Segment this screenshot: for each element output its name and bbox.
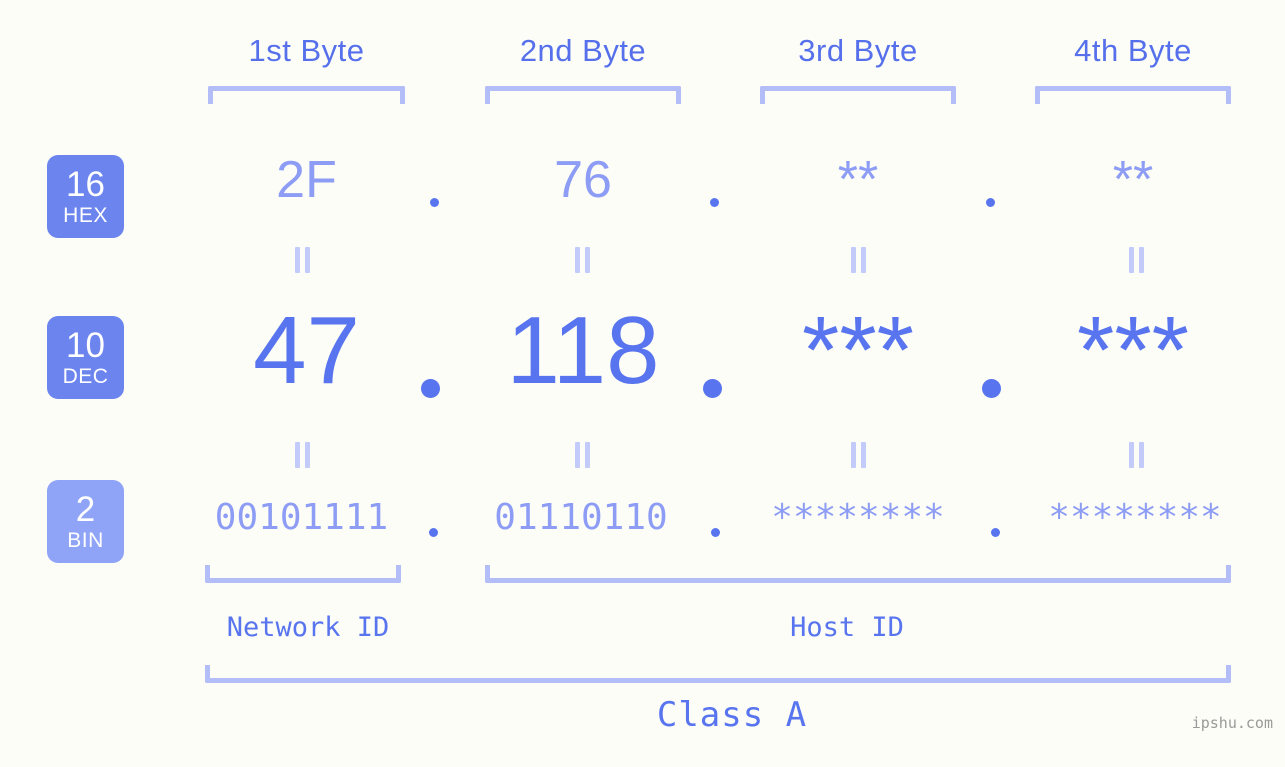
bin-byte-2-value: 01110110 (494, 497, 668, 538)
byte-header-1: 1st Byte (248, 33, 365, 68)
dec-separator-2 (703, 379, 722, 398)
hex-separator-2 (710, 198, 719, 207)
byte-bracket-2 (485, 86, 681, 104)
equals-icon-hex-dec-1 (293, 247, 311, 273)
hex-byte-1-value: 2F (276, 151, 337, 209)
equals-icon-hex-dec-3 (849, 247, 867, 273)
host-id-label: Host ID (790, 612, 904, 643)
base-badge-bin-number: 2 (75, 490, 96, 529)
dec-byte-2-value: 118 (506, 297, 660, 404)
byte-bracket-1 (208, 86, 405, 104)
bin-byte-4-value: ******** (1048, 497, 1222, 538)
byte-bracket-3 (760, 86, 956, 104)
class-label: Class A (656, 695, 808, 735)
equals-icon-dec-bin-3 (849, 442, 867, 468)
equals-icon-dec-bin-2 (573, 442, 591, 468)
network-id-bracket (205, 565, 401, 583)
host-id-bracket (485, 565, 1231, 583)
bin-separator-3 (991, 528, 1000, 537)
class-bracket (205, 665, 1231, 683)
equals-icon-hex-dec-4 (1127, 247, 1145, 273)
dec-byte-4-value: *** (1076, 297, 1190, 404)
equals-icon-hex-dec-2 (573, 247, 591, 273)
dec-byte-1-value: 47 (253, 297, 360, 404)
equals-icon-dec-bin-1 (293, 442, 311, 468)
bin-separator-2 (711, 528, 720, 537)
bin-separator-1 (429, 528, 438, 537)
bin-byte-1-value: 00101111 (214, 497, 389, 538)
dec-separator-3 (982, 379, 1001, 398)
network-id-label: Network ID (226, 612, 390, 643)
bin-byte-3-value: ******** (771, 497, 945, 538)
base-badge-dec: 10 DEC (47, 316, 124, 399)
base-badge-bin-abbr: BIN (67, 529, 104, 552)
ip-address-breakdown-diagram: 1st Byte 2nd Byte 3rd Byte 4th Byte 16 H… (0, 0, 1285, 767)
byte-header-4: 4th Byte (1074, 33, 1192, 68)
dec-byte-3-value: *** (801, 297, 915, 404)
base-badge-hex: 16 HEX (47, 155, 124, 238)
hex-byte-4-value: ** (1112, 151, 1154, 209)
site-watermark: ipshu.com (1191, 714, 1273, 732)
byte-header-3: 3rd Byte (798, 33, 918, 68)
base-badge-dec-number: 10 (66, 326, 105, 365)
dec-separator-1 (421, 379, 440, 398)
base-badge-hex-number: 16 (66, 165, 105, 204)
byte-header-2: 2nd Byte (519, 33, 647, 68)
hex-separator-1 (430, 198, 439, 207)
byte-bracket-4 (1035, 86, 1231, 104)
hex-byte-3-value: ** (837, 151, 879, 209)
base-badge-hex-abbr: HEX (63, 204, 108, 227)
hex-byte-2-value: 76 (554, 151, 612, 209)
hex-separator-3 (986, 198, 995, 207)
equals-icon-dec-bin-4 (1127, 442, 1145, 468)
base-badge-dec-abbr: DEC (62, 365, 109, 388)
base-badge-bin: 2 BIN (47, 480, 124, 563)
